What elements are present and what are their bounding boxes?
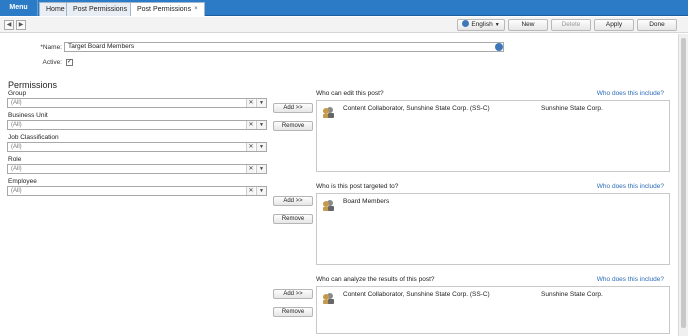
group-select[interactable]: (All) ✕ ▼ [7, 98, 267, 108]
employee-value: (All) [11, 188, 22, 194]
target-list[interactable]: Board Members [316, 193, 670, 265]
chevron-down-icon[interactable]: ▼ [256, 143, 266, 151]
business-unit-value: (All) [11, 122, 22, 128]
chevron-down-icon[interactable]: ▼ [256, 121, 266, 129]
new-button[interactable]: New [508, 19, 548, 31]
chevron-down-icon[interactable]: ▼ [256, 99, 266, 107]
row-organization: Sunshine State Corp. [541, 105, 603, 112]
clear-icon[interactable]: ✕ [246, 165, 255, 173]
row-name: Content Collaborator, Sunshine State Cor… [343, 291, 490, 298]
analyze-includes-link[interactable]: Who does this include? [597, 276, 664, 283]
row-name: Content Collaborator, Sunshine State Cor… [343, 105, 490, 112]
language-label: English [471, 21, 493, 28]
edit-section-title: Who can edit this post? [316, 90, 384, 97]
active-label: Active: [42, 59, 62, 66]
scrollbar-thumb[interactable] [681, 38, 686, 328]
role-label: Role [8, 156, 22, 163]
edit-remove-button[interactable]: Remove [273, 121, 313, 131]
tab-label: Post Permissions [73, 6, 128, 13]
list-item[interactable]: Content Collaborator, Sunshine State Cor… [319, 104, 667, 120]
target-section-title: Who is this post targeted to? [316, 183, 399, 190]
row-organization: Sunshine State Corp. [541, 291, 603, 298]
analyze-add-button[interactable]: Add >> [273, 289, 313, 299]
group-label: Group [8, 90, 27, 97]
target-remove-button[interactable]: Remove [273, 214, 313, 224]
close-icon[interactable]: × [194, 6, 198, 12]
done-button[interactable]: Done [637, 19, 677, 31]
target-includes-link[interactable]: Who does this include? [597, 183, 664, 190]
back-arrow-icon[interactable]: ◀ [4, 20, 14, 30]
active-checkbox[interactable]: ✓ [66, 59, 73, 66]
tab-post-permissions-2[interactable]: Post Permissions × [130, 2, 205, 16]
business-unit-label: Business Unit [8, 112, 48, 119]
row-name: Board Members [343, 198, 390, 205]
group-value: (All) [11, 100, 22, 106]
lookup-icon[interactable] [495, 43, 503, 51]
clear-icon[interactable]: ✕ [246, 99, 255, 107]
analyze-list[interactable]: Content Collaborator, Sunshine State Cor… [316, 286, 670, 334]
permissions-heading: Permissions [8, 80, 58, 90]
clear-icon[interactable]: ✕ [246, 143, 255, 151]
job-classification-label: Job Classification [8, 134, 59, 141]
analyze-remove-button[interactable]: Remove [273, 307, 313, 317]
chevron-down-icon: ▼ [494, 22, 500, 28]
group-avatar-icon [323, 200, 334, 211]
group-avatar-icon [323, 293, 334, 304]
target-add-button[interactable]: Add >> [273, 196, 313, 206]
chevron-down-icon[interactable]: ▼ [256, 187, 266, 195]
menu-button[interactable]: Menu [0, 0, 38, 16]
delete-button[interactable]: Delete [551, 19, 591, 31]
edit-add-button[interactable]: Add >> [273, 103, 313, 113]
group-avatar-icon [323, 107, 334, 118]
employee-label: Employee [8, 178, 37, 185]
role-select[interactable]: (All) ✕ ▼ [7, 164, 267, 174]
forward-arrow-icon[interactable]: ▶ [16, 20, 26, 30]
business-unit-select[interactable]: (All) ✕ ▼ [7, 120, 267, 130]
name-field[interactable]: Target Board Members [64, 42, 504, 52]
analyze-section-title: Who can analyze the results of this post… [316, 276, 435, 283]
job-classification-select[interactable]: (All) ✕ ▼ [7, 142, 267, 152]
name-label: *Name: [40, 44, 62, 51]
toolbar: ◀ ▶ English ▼ New Delete Apply Done [0, 17, 688, 33]
vertical-scrollbar[interactable] [678, 34, 688, 336]
employee-select[interactable]: (All) ✕ ▼ [7, 186, 267, 196]
list-item[interactable]: Content Collaborator, Sunshine State Cor… [319, 290, 667, 306]
list-item[interactable]: Board Members [319, 197, 667, 213]
globe-icon [462, 20, 470, 27]
tab-home-label: Home [46, 6, 65, 13]
clear-icon[interactable]: ✕ [246, 121, 255, 129]
job-classification-value: (All) [11, 144, 22, 150]
clear-icon[interactable]: ✕ [246, 187, 255, 195]
edit-list[interactable]: Content Collaborator, Sunshine State Cor… [316, 100, 670, 172]
chevron-down-icon[interactable]: ▼ [256, 165, 266, 173]
edit-includes-link[interactable]: Who does this include? [597, 90, 664, 97]
role-value: (All) [11, 166, 22, 172]
top-tab-bar: Menu Home Post Permissions× Post Permiss… [0, 0, 688, 16]
apply-button[interactable]: Apply [594, 19, 634, 31]
language-selector[interactable]: English ▼ [457, 19, 505, 31]
tab-label: Post Permissions [137, 6, 192, 13]
